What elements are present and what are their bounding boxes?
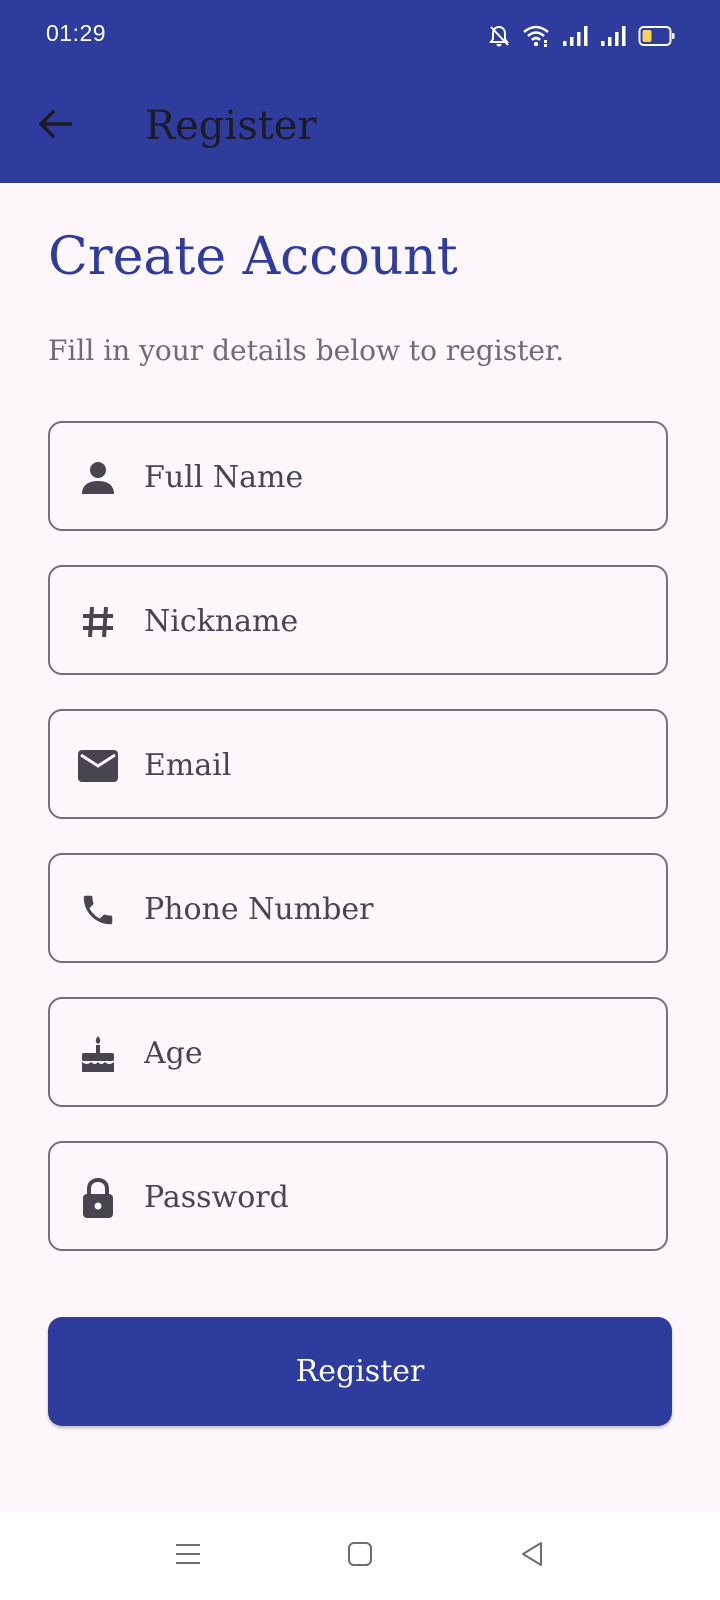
battery-icon (638, 25, 676, 47)
system-nav-bar (0, 1512, 720, 1600)
signal-icon (600, 25, 626, 47)
arrow-left-icon (38, 108, 74, 144)
lock-icon (76, 1176, 120, 1220)
full-name-input[interactable] (144, 443, 644, 511)
password-input[interactable] (144, 1163, 644, 1231)
nav-menu-button[interactable] (166, 1534, 210, 1578)
form-subtitle: Fill in your details below to register. (48, 334, 565, 367)
register-button[interactable]: Register (48, 1317, 672, 1426)
back-button[interactable] (30, 100, 82, 152)
bell-off-icon (488, 24, 510, 48)
menu-icon (173, 1539, 203, 1573)
cake-icon (76, 1032, 120, 1076)
phone-number-input[interactable] (144, 875, 644, 943)
full-name-field[interactable] (48, 421, 668, 531)
hash-icon (76, 600, 120, 644)
signal-icon (562, 25, 588, 47)
phone-icon (76, 888, 120, 932)
nickname-field[interactable] (48, 565, 668, 675)
status-icons (488, 22, 676, 50)
status-time: 01:29 (46, 20, 107, 46)
age-field[interactable] (48, 997, 668, 1107)
app-bar: 01:29 Register (0, 0, 720, 183)
back-triangle-icon (517, 1539, 547, 1573)
phone-number-field[interactable] (48, 853, 668, 963)
mail-icon (76, 744, 120, 788)
person-icon (76, 456, 120, 500)
form-heading: Create Account (48, 227, 458, 287)
nav-home-button[interactable] (338, 1534, 382, 1578)
age-input[interactable] (144, 1019, 644, 1087)
home-square-icon (345, 1539, 375, 1573)
email-field[interactable] (48, 709, 668, 819)
nickname-input[interactable] (144, 587, 644, 655)
page-title: Register (145, 103, 317, 149)
wifi-icon (522, 24, 550, 48)
password-field[interactable] (48, 1141, 668, 1251)
email-input[interactable] (144, 731, 644, 799)
nav-back-button[interactable] (510, 1534, 554, 1578)
